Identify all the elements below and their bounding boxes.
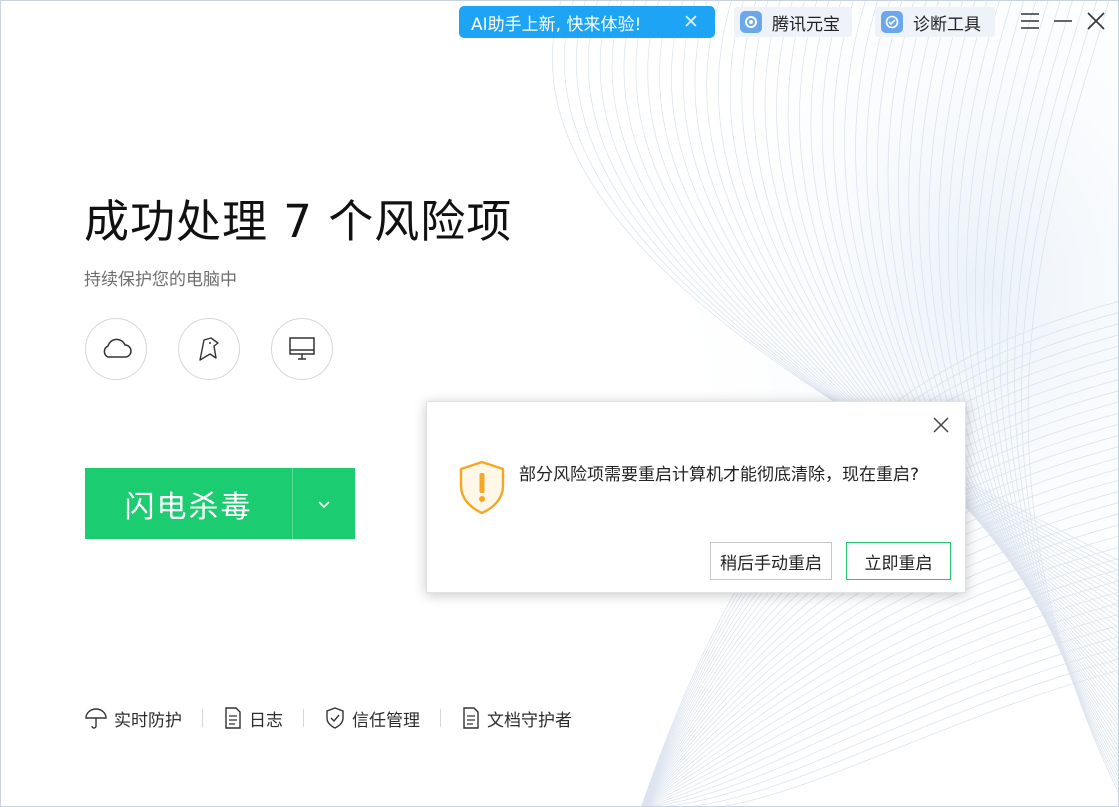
realtime-protection-link[interactable]: 实时防护 — [84, 706, 182, 731]
dialog-message: 部分风险项需要重启计算机才能彻底清除，现在重启? — [519, 465, 920, 485]
menu-icon[interactable] — [1017, 8, 1043, 34]
computer-feature-button[interactable] — [271, 318, 333, 380]
penguin-feature-button[interactable] — [178, 318, 240, 380]
ai-banner-text: AI助手上新, 快来体验! — [471, 14, 642, 35]
cloud-icon — [103, 338, 132, 358]
trust-management-label: 信任管理 — [352, 710, 420, 731]
warning-shield-icon — [457, 459, 507, 519]
cloud-feature-button[interactable] — [85, 318, 147, 380]
app-window: AI助手上新, 快来体验! ✕ 腾讯元宝 诊断工具 成功处理 7 个风险项 持续… — [0, 0, 1119, 807]
diagnose-tool-link[interactable]: 诊断工具 — [875, 7, 995, 37]
trust-management-link[interactable]: 信任管理 — [324, 706, 420, 731]
scan-options-dropdown[interactable] — [293, 468, 355, 539]
yuanbao-link[interactable]: 腾讯元宝 — [734, 7, 852, 37]
document-icon — [225, 707, 241, 729]
shield-check-icon — [326, 707, 344, 729]
bottom-nav: 实时防护 日志 信任管理 文档守护者 — [84, 705, 572, 731]
document-guardian-link[interactable]: 文档守护者 — [461, 706, 572, 731]
diagnose-label: 诊断工具 — [913, 14, 981, 35]
yuanbao-icon — [740, 11, 762, 33]
nav-divider — [303, 709, 304, 727]
penguin-flag-icon — [199, 337, 219, 361]
log-link[interactable]: 日志 — [223, 706, 283, 731]
restart-later-button[interactable]: 稍后手动重启 — [710, 542, 832, 580]
page-title: 成功处理 7 个风险项 — [84, 195, 513, 248]
yuanbao-label: 腾讯元宝 — [772, 14, 840, 35]
log-label: 日志 — [249, 710, 283, 731]
restart-now-button[interactable]: 立即重启 — [846, 542, 951, 580]
realtime-protection-label: 实时防护 — [114, 710, 182, 731]
page-subtitle: 持续保护您的电脑中 — [84, 270, 237, 290]
umbrella-icon — [85, 708, 107, 729]
monitor-icon — [289, 337, 315, 360]
close-window-icon[interactable] — [1083, 8, 1109, 34]
close-icon[interactable]: ✕ — [681, 12, 701, 32]
restart-dialog: 部分风险项需要重启计算机才能彻底清除，现在重启? 稍后手动重启 立即重启 — [426, 401, 966, 593]
document-guardian-label: 文档守护者 — [487, 710, 572, 731]
document-icon — [463, 707, 479, 729]
close-icon[interactable] — [930, 414, 952, 436]
chevron-down-icon — [318, 500, 330, 508]
quick-scan-button[interactable]: 闪电杀毒 — [85, 468, 292, 539]
diagnose-icon — [881, 11, 903, 33]
quick-scan-button-group: 闪电杀毒 — [85, 468, 355, 539]
minimize-icon[interactable] — [1050, 8, 1076, 34]
nav-divider — [202, 709, 203, 727]
ai-assistant-banner[interactable]: AI助手上新, 快来体验! ✕ — [459, 6, 715, 38]
nav-divider — [440, 709, 441, 727]
